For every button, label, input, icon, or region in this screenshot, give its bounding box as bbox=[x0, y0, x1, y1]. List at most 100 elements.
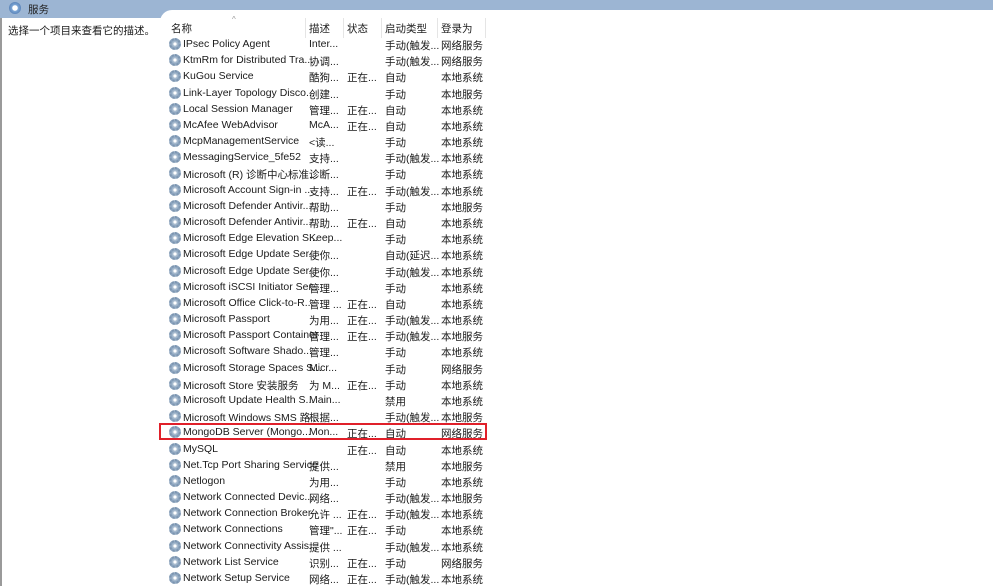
service-gear-icon bbox=[169, 118, 181, 131]
service-gear-icon bbox=[169, 264, 181, 277]
table-row[interactable]: Network Connections 管理"... 正在... 手动 本地系统 bbox=[168, 521, 486, 537]
service-gear-icon bbox=[169, 393, 181, 406]
cell-startup: 手动(触发... bbox=[385, 185, 440, 198]
cell-desc: 允许 ... bbox=[309, 509, 342, 522]
service-gear-icon bbox=[169, 183, 181, 196]
window-title: 服务 bbox=[28, 4, 49, 16]
cell-startup: 自动 bbox=[385, 104, 406, 117]
column-header-logon[interactable]: 登录为 bbox=[441, 21, 473, 36]
cell-logon: 本地系统 bbox=[441, 509, 483, 522]
cell-logon: 本地系统 bbox=[441, 315, 483, 328]
table-row[interactable]: Microsoft (R) 诊断中心标准... 诊断... 手动 本地系统 bbox=[168, 165, 486, 181]
service-gear-icon bbox=[169, 410, 181, 423]
table-row[interactable]: Microsoft Store 安装服务为 M... 正在... 手动 本地系统 bbox=[168, 376, 486, 392]
table-row[interactable]: Microsoft Windows SMS 路... 根据... 手动(触发... 本… bbox=[168, 408, 486, 424]
table-row[interactable]: Network Connection Broker 允许 ... 正在... 手动(触… bbox=[168, 505, 486, 521]
description-text: 选择一个项目来查看它的描述。 bbox=[8, 25, 155, 37]
cell-name: Network Connections bbox=[183, 523, 283, 536]
cell-startup: 自动 bbox=[385, 120, 406, 133]
cell-desc: 管理 ... bbox=[309, 298, 342, 311]
cell-logon: 本地服务 bbox=[441, 460, 483, 473]
column-divider[interactable] bbox=[485, 18, 486, 38]
service-gear-icon bbox=[169, 232, 181, 245]
column-header-name[interactable]: 名称 bbox=[171, 21, 192, 36]
column-header-desc[interactable]: 描述 bbox=[309, 21, 330, 36]
cell-startup: 手动 bbox=[385, 169, 406, 182]
table-row[interactable]: KtmRm for Distributed Tra... 协调... 手动(触发..… bbox=[168, 52, 486, 68]
cell-name: MessagingService_5fe52 bbox=[183, 151, 301, 164]
cell-name: Microsoft Edge Update Ser... bbox=[183, 248, 318, 261]
table-row[interactable]: Network Connectivity Assis... 提供 ... 手动(触发… bbox=[168, 538, 486, 554]
table-row[interactable]: Link-Layer Topology Disco... 创建... 手动 本地服务 bbox=[168, 85, 486, 101]
table-row[interactable]: Microsoft Defender Antivir... 帮助... 手动 本地服务 bbox=[168, 198, 486, 214]
table-row[interactable]: Microsoft Passport Container 管理... 正在... 手动… bbox=[168, 327, 486, 343]
service-gear-icon bbox=[169, 361, 181, 374]
table-row[interactable]: Microsoft Update Health S... Main... 禁用 本地系… bbox=[168, 392, 486, 408]
cell-startup: 手动 bbox=[385, 525, 406, 538]
column-divider[interactable] bbox=[437, 18, 438, 38]
column-divider[interactable] bbox=[343, 18, 344, 38]
table-row[interactable]: McAfee WebAdvisor McA... 正在... 自动 本地系统 bbox=[168, 117, 486, 133]
cell-startup: 手动 bbox=[385, 88, 406, 101]
cell-startup: 手动(触发... bbox=[385, 493, 440, 506]
cell-desc: 管理... bbox=[309, 282, 339, 295]
service-gear-icon bbox=[169, 280, 181, 293]
cell-logon: 本地系统 bbox=[441, 476, 483, 489]
cell-name: IPsec Policy Agent bbox=[183, 38, 270, 50]
cell-desc: 为用... bbox=[309, 315, 339, 328]
service-gear-icon bbox=[169, 313, 181, 326]
cell-logon: 本地系统 bbox=[441, 234, 483, 247]
table-row[interactable]: Microsoft Software Shado... 管理... 手动 本地系统 bbox=[168, 343, 486, 359]
table-row[interactable]: Microsoft Passport 为用... 正在... 手动(触发... 本地系统 bbox=[168, 311, 486, 327]
table-row[interactable]: MySQL 正在... 自动 本地系统 bbox=[168, 441, 486, 457]
cell-desc: Keep... bbox=[309, 232, 343, 245]
cell-startup: 自动 bbox=[385, 444, 406, 457]
cell-logon: 本地系统 bbox=[441, 573, 483, 586]
table-row[interactable]: Microsoft Account Sign-in ... 支持... 正在... 手… bbox=[168, 182, 486, 198]
cell-logon: 本地系统 bbox=[441, 266, 483, 279]
column-header-startup[interactable]: 启动类型 bbox=[385, 21, 427, 36]
cell-name: Link-Layer Topology Disco... bbox=[183, 86, 315, 99]
table-row[interactable]: Microsoft Defender Antivir... 帮助... 正在... 自… bbox=[168, 214, 486, 230]
cell-logon: 本地系统 bbox=[441, 72, 483, 85]
cell-desc: 管理... bbox=[309, 331, 339, 344]
column-divider[interactable] bbox=[305, 18, 306, 38]
cell-desc: 提供 ... bbox=[309, 541, 342, 554]
table-row[interactable]: Microsoft Edge Elevation S... Keep... 手动 本地… bbox=[168, 230, 486, 246]
table-row[interactable]: IPsec Policy Agent Inter... 手动(触发... 网络服务 bbox=[168, 36, 486, 52]
cell-name: Microsoft Defender Antivir... bbox=[183, 199, 312, 212]
table-row[interactable]: Netlogon 为用... 手动 本地系统 bbox=[168, 473, 486, 489]
cell-name: Network Connectivity Assis... bbox=[183, 539, 318, 552]
service-gear-icon bbox=[169, 571, 181, 584]
table-row[interactable]: Microsoft iSCSI Initiator Ser... 管理... 手动 本… bbox=[168, 279, 486, 295]
table-row[interactable]: Microsoft Office Click-to-R... 管理 ... 正在..… bbox=[168, 295, 486, 311]
cell-logon: 本地系统 bbox=[441, 395, 483, 408]
table-row[interactable]: MessagingService_5fe52 支持... 手动(触发... 本地系统 bbox=[168, 149, 486, 165]
column-divider[interactable] bbox=[381, 18, 382, 38]
cell-logon: 本地系统 bbox=[441, 541, 483, 554]
service-gear-icon bbox=[169, 507, 181, 520]
cell-logon: 网络服务 bbox=[441, 363, 483, 376]
table-row[interactable]: Network Connected Devic... 网络... 手动(触发... 本… bbox=[168, 489, 486, 505]
cell-name: Microsoft Office Click-to-R... bbox=[183, 296, 314, 309]
table-row[interactable]: Microsoft Edge Update Ser... 使你... 自动(延迟..… bbox=[168, 246, 486, 262]
table-row[interactable]: KuGou Service 酷狗... 正在... 自动 本地系统 bbox=[168, 68, 486, 84]
cell-desc: 帮助... bbox=[309, 217, 339, 230]
cell-name: Microsoft Software Shado... bbox=[183, 345, 312, 358]
cell-name: Microsoft Account Sign-in ... bbox=[183, 183, 314, 196]
table-row[interactable]: Microsoft Storage Spaces S... Micr... 手动 网络… bbox=[168, 360, 486, 376]
column-header-status[interactable]: 状态 bbox=[347, 21, 368, 36]
cell-status: 正在... bbox=[347, 573, 377, 586]
cell-name: Microsoft iSCSI Initiator Ser... bbox=[183, 280, 321, 293]
table-row[interactable]: Network List Service 识别... 正在... 手动 网络服务 bbox=[168, 554, 486, 570]
cell-status: 正在... bbox=[347, 217, 377, 230]
table-row[interactable]: Local Session Manager 管理... 正在... 自动 本地系统 bbox=[168, 101, 486, 117]
service-gear-icon bbox=[169, 86, 181, 99]
table-row[interactable]: Net.Tcp Port Sharing Service 提供... 禁用 本地服务 bbox=[168, 457, 486, 473]
cell-status: 正在... bbox=[347, 104, 377, 117]
table-row[interactable]: Microsoft Edge Update Ser... 使你... 手动(触发..… bbox=[168, 263, 486, 279]
cell-status: 正在... bbox=[347, 72, 377, 85]
cell-name: Microsoft Defender Antivir... bbox=[183, 215, 312, 228]
table-row[interactable]: McpManagementService <读... 手动 本地系统 bbox=[168, 133, 486, 149]
table-row[interactable]: Network Setup Service 网络... 正在... 手动(触发... 本… bbox=[168, 570, 486, 586]
